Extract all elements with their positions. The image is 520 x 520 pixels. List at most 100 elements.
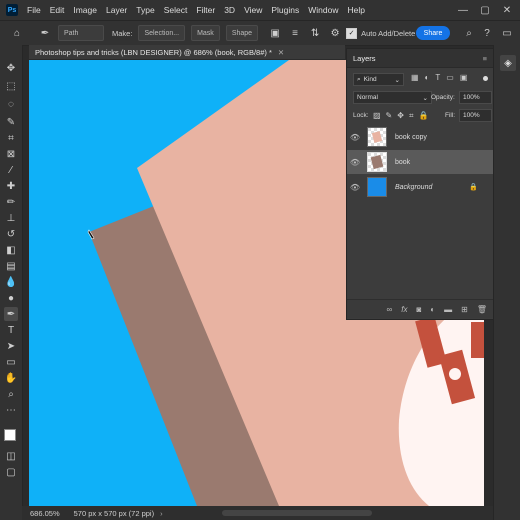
shape-tool-icon[interactable]: ▭ — [4, 355, 18, 369]
trash-icon[interactable]: 🗑 — [477, 305, 487, 314]
layer-thumbnail — [367, 127, 387, 147]
move-tool-icon[interactable]: ✥ — [4, 61, 18, 75]
eraser-tool-icon[interactable]: ◧ — [4, 243, 18, 257]
layers-panel-icon[interactable]: ◈ — [500, 55, 516, 71]
adjustment-icon[interactable]: ◐ — [430, 305, 435, 314]
settings-gear-icon[interactable]: ⚙ — [328, 26, 342, 40]
menu-bar: Ps File Edit Image Layer Type Select Fil… — [0, 0, 520, 20]
photoshop-logo: Ps — [6, 4, 18, 16]
screen-mode-icon[interactable]: ▢ — [4, 465, 18, 479]
folder-icon[interactable]: ▬ — [444, 305, 452, 314]
blur-tool-icon[interactable]: 💧 — [4, 275, 18, 289]
layer-name: Background — [395, 183, 433, 191]
visibility-eye-icon[interactable]: 👁 — [347, 183, 363, 192]
fill-input[interactable]: 100% — [459, 109, 492, 122]
new-layer-icon[interactable]: ⊞ — [461, 305, 468, 314]
healing-brush-tool-icon[interactable]: ✚ — [4, 179, 18, 193]
menu-type[interactable]: Type — [136, 5, 154, 15]
document-tab[interactable]: Photoshop tips and tricks (LBN DESIGNER)… — [29, 45, 345, 59]
close-button[interactable]: ✕ — [496, 0, 518, 20]
blend-mode-select[interactable]: Normal ⌄ — [353, 91, 432, 104]
marquee-tool-icon[interactable]: ⬚ — [4, 79, 18, 93]
chevron-down-icon: ⌄ — [422, 94, 428, 102]
lock-icon: 🔒 — [469, 184, 478, 191]
document-dimensions: 570 px x 570 px (72 ppi) — [73, 508, 155, 518]
lasso-tool-icon[interactable]: ◌ — [4, 97, 18, 111]
link-icon[interactable]: ∞ — [387, 305, 393, 314]
gradient-tool-icon[interactable]: ▤ — [4, 259, 18, 273]
status-arrow-icon[interactable]: › — [160, 509, 163, 518]
dodge-tool-icon[interactable]: ● — [4, 291, 18, 305]
shape-button[interactable]: Shape — [225, 25, 259, 41]
menu-select[interactable]: Select — [164, 5, 188, 15]
layer-filter-type-icons[interactable]: ▦◐T▭▣ — [411, 73, 473, 82]
path-operations-icon[interactable]: ▣ — [268, 26, 282, 40]
menu-file[interactable]: File — [27, 5, 41, 15]
minimize-button[interactable]: — — [452, 0, 474, 20]
maximize-button[interactable]: ▢ — [474, 0, 496, 20]
menu-plugins[interactable]: Plugins — [271, 5, 299, 15]
layer-name: book — [395, 158, 411, 166]
selection-button[interactable]: Selection... — [138, 25, 186, 41]
pen-tool-icon[interactable]: ✒ — [4, 307, 18, 321]
auto-add-delete-label: Auto Add/Delete — [361, 28, 416, 38]
quick-selection-tool-icon[interactable]: ✎ — [4, 115, 18, 129]
layer-row-book-copy[interactable]: 👁 book copy — [347, 125, 493, 149]
horizontal-scrollbar[interactable] — [222, 510, 372, 516]
search-icon[interactable]: ⌕ — [462, 26, 476, 40]
layers-panel-footer: ∞ fx ◙ ◐ ▬ ⊞ 🗑 — [347, 299, 493, 318]
mask-button[interactable]: Mask — [191, 25, 220, 41]
menu-layer[interactable]: Layer — [106, 5, 127, 15]
hand-tool-icon[interactable]: ✋ — [4, 371, 18, 385]
menu-edit[interactable]: Edit — [50, 5, 65, 15]
pen-tool-preset-icon[interactable]: ✒ — [38, 26, 52, 40]
layer-row-book[interactable]: 👁 book — [347, 150, 493, 174]
layers-panel: Layers ≡ ⌕ Kind ⌄ ▦◐T▭▣ Normal ⌄ Opacity… — [346, 48, 494, 320]
history-brush-tool-icon[interactable]: ↺ — [4, 227, 18, 241]
zoom-tool-icon[interactable]: ⌕ — [4, 387, 18, 401]
share-button[interactable]: Share — [416, 26, 450, 40]
panel-menu-icon[interactable]: ≡ — [483, 54, 487, 63]
auto-add-delete-checkbox[interactable]: ✓ — [346, 27, 358, 39]
type-tool-icon[interactable]: T — [4, 323, 18, 337]
path-alignment-icon[interactable]: ≡ — [288, 26, 302, 40]
edit-toolbar-icon[interactable]: ⋯ — [4, 403, 18, 417]
lock-option-icons[interactable]: ▨✎✥⌗🔒 — [373, 111, 433, 121]
menu-window[interactable]: Window — [308, 5, 338, 15]
lock-label: Lock: — [353, 112, 369, 119]
path-selection-tool-icon[interactable]: ➤ — [4, 339, 18, 353]
path-mode-select[interactable]: Path — [58, 25, 104, 41]
workspace-icon[interactable]: ▭ — [500, 26, 514, 40]
frame-tool-icon[interactable]: ⊠ — [4, 147, 18, 161]
menu-filter[interactable]: Filter — [196, 5, 215, 15]
foreground-color-swatch[interactable] — [4, 429, 16, 441]
crop-tool-icon[interactable]: ⌗ — [4, 131, 18, 145]
quick-mask-icon[interactable]: ◫ — [4, 449, 18, 463]
layers-panel-title[interactable]: Layers — [353, 54, 376, 63]
menu-view[interactable]: View — [244, 5, 262, 15]
panel-dock-strip: ◈ — [493, 45, 520, 520]
mask-icon[interactable]: ◙ — [416, 305, 421, 314]
opacity-input[interactable]: 100% — [459, 91, 492, 104]
zoom-level[interactable]: 686.05% — [30, 509, 60, 518]
eyedropper-tool-icon[interactable]: ⁄ — [4, 163, 18, 177]
home-icon[interactable]: ⌂ — [10, 26, 24, 40]
options-bar: ⌂ ✒ Path Make: Selection... Mask Shape ▣… — [0, 20, 520, 46]
layer-filter-select[interactable]: ⌕ Kind ⌄ — [353, 73, 404, 86]
filter-toggle-icon[interactable] — [483, 76, 488, 81]
menu-3d[interactable]: 3D — [224, 5, 235, 15]
visibility-eye-icon[interactable]: 👁 — [347, 133, 363, 142]
brush-tool-icon[interactable]: ✏ — [4, 195, 18, 209]
menu-image[interactable]: Image — [73, 5, 97, 15]
fx-icon[interactable]: fx — [401, 305, 407, 314]
opacity-label: Opacity: — [431, 94, 455, 101]
clone-stamp-tool-icon[interactable]: ⊥ — [4, 211, 18, 225]
menu-help[interactable]: Help — [347, 5, 364, 15]
close-tab-icon[interactable]: ✕ — [278, 48, 284, 57]
help-icon[interactable]: ? — [480, 26, 494, 40]
layers-panel-header: Layers ≡ — [347, 49, 493, 68]
visibility-eye-icon[interactable]: 👁 — [347, 158, 363, 167]
path-arrangement-icon[interactable]: ⇅ — [308, 26, 322, 40]
blend-mode-value: Normal — [357, 94, 378, 101]
layer-row-background[interactable]: 👁 Background 🔒 — [347, 175, 493, 199]
